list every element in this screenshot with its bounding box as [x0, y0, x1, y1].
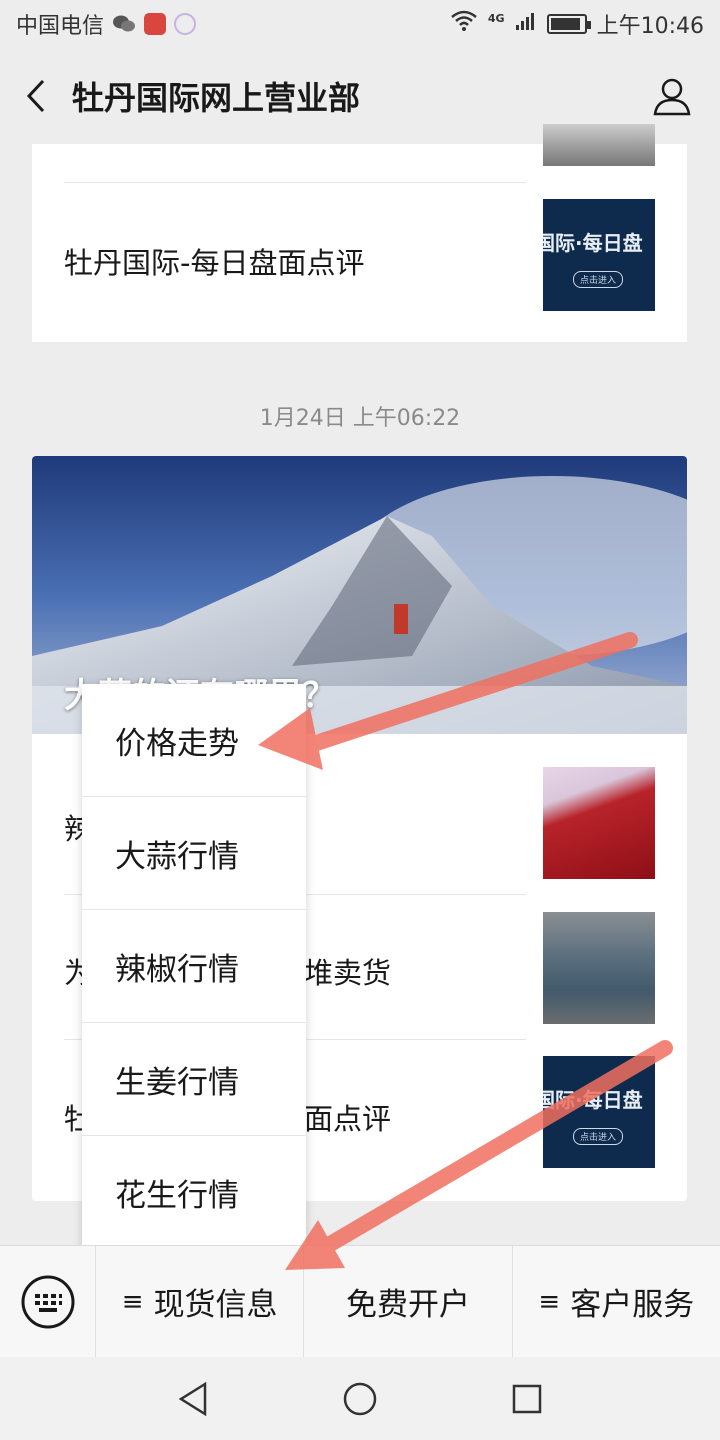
menu-spot-info-button[interactable]: ≡ 现货信息 [96, 1245, 305, 1358]
message-timestamp: 1月24日 上午06:22 [259, 406, 461, 431]
circle-home-icon [343, 1382, 377, 1415]
app-notification-icon [144, 13, 167, 35]
submenu-item-peanut[interactable]: 花生行情 [82, 1136, 306, 1249]
page-title: 牡丹国际网上营业部 [72, 79, 361, 117]
keyboard-icon [21, 1275, 74, 1328]
menu-list-icon: ≡ [538, 1286, 561, 1317]
thumbnail-text: 国际·每日盘 [543, 231, 643, 255]
wifi-icon [450, 10, 478, 38]
menu-label: 免费开户 [345, 1287, 470, 1323]
carrier-label: 中国电信 [16, 14, 105, 39]
wechat-icon [112, 14, 136, 34]
square-recents-icon [512, 1384, 541, 1413]
article-thumbnail [543, 124, 655, 166]
menu-label: 现货信息 [153, 1287, 278, 1323]
back-button[interactable] [0, 48, 72, 144]
system-back-button[interactable] [163, 1369, 223, 1429]
battery-icon [546, 14, 591, 34]
submenu-item-garlic[interactable]: 大蒜行情 [82, 797, 306, 910]
menu-label: 客户服务 [570, 1287, 695, 1323]
chevron-left-icon [26, 79, 45, 113]
clock-label: 上午10:46 [596, 14, 704, 39]
bottom-menu: ≡ 现货信息 免费开户 ≡ 客户服务 [0, 1245, 720, 1358]
submenu-popup: 价格走势 大蒜行情 辣椒行情 生姜行情 花生行情 [82, 684, 306, 1249]
divider [64, 182, 526, 183]
submenu-item-pepper[interactable]: 辣椒行情 [82, 910, 306, 1023]
article-title-end: 堆卖货 [304, 956, 392, 990]
article-title[interactable]: 牡丹国际-每日盘面点评 [64, 240, 526, 282]
submenu-item-price-trend[interactable]: 价格走势 [82, 684, 306, 797]
status-bar: 中国电信 4G 上午10:46 [0, 0, 720, 48]
system-home-button[interactable] [330, 1369, 390, 1429]
signal-icon [515, 11, 537, 37]
article-thumbnail [543, 912, 655, 1024]
thumbnail-button-text: 点击进入 [573, 1128, 624, 1145]
menu-open-account-button[interactable]: 免费开户 [304, 1245, 513, 1358]
system-recents-button[interactable] [497, 1369, 557, 1429]
music-icon [174, 13, 197, 35]
keyboard-toggle-button[interactable] [0, 1245, 96, 1358]
submenu-item-ginger[interactable]: 生姜行情 [82, 1023, 306, 1136]
article-card-previous[interactable]: 牡丹国际-每日盘面点评 国际·每日盘 点击进入 [32, 124, 687, 342]
article-title-end: 面点评 [304, 1102, 392, 1136]
article-thumbnail: 国际·每日盘 点击进入 [543, 1056, 655, 1168]
menu-customer-service-button[interactable]: ≡ 客户服务 [513, 1246, 720, 1358]
menu-list-icon: ≡ [121, 1286, 144, 1317]
article-thumbnail: 国际·每日盘 点击进入 [543, 199, 655, 311]
thumbnail-button-text: 点击进入 [573, 271, 624, 288]
person-icon [653, 78, 691, 116]
article-thumbnail [543, 767, 655, 879]
triangle-back-icon [178, 1381, 207, 1416]
network-type-label: 4G [487, 12, 505, 25]
thumbnail-text: 国际·每日盘 [543, 1088, 643, 1112]
system-nav-bar [0, 1357, 720, 1440]
